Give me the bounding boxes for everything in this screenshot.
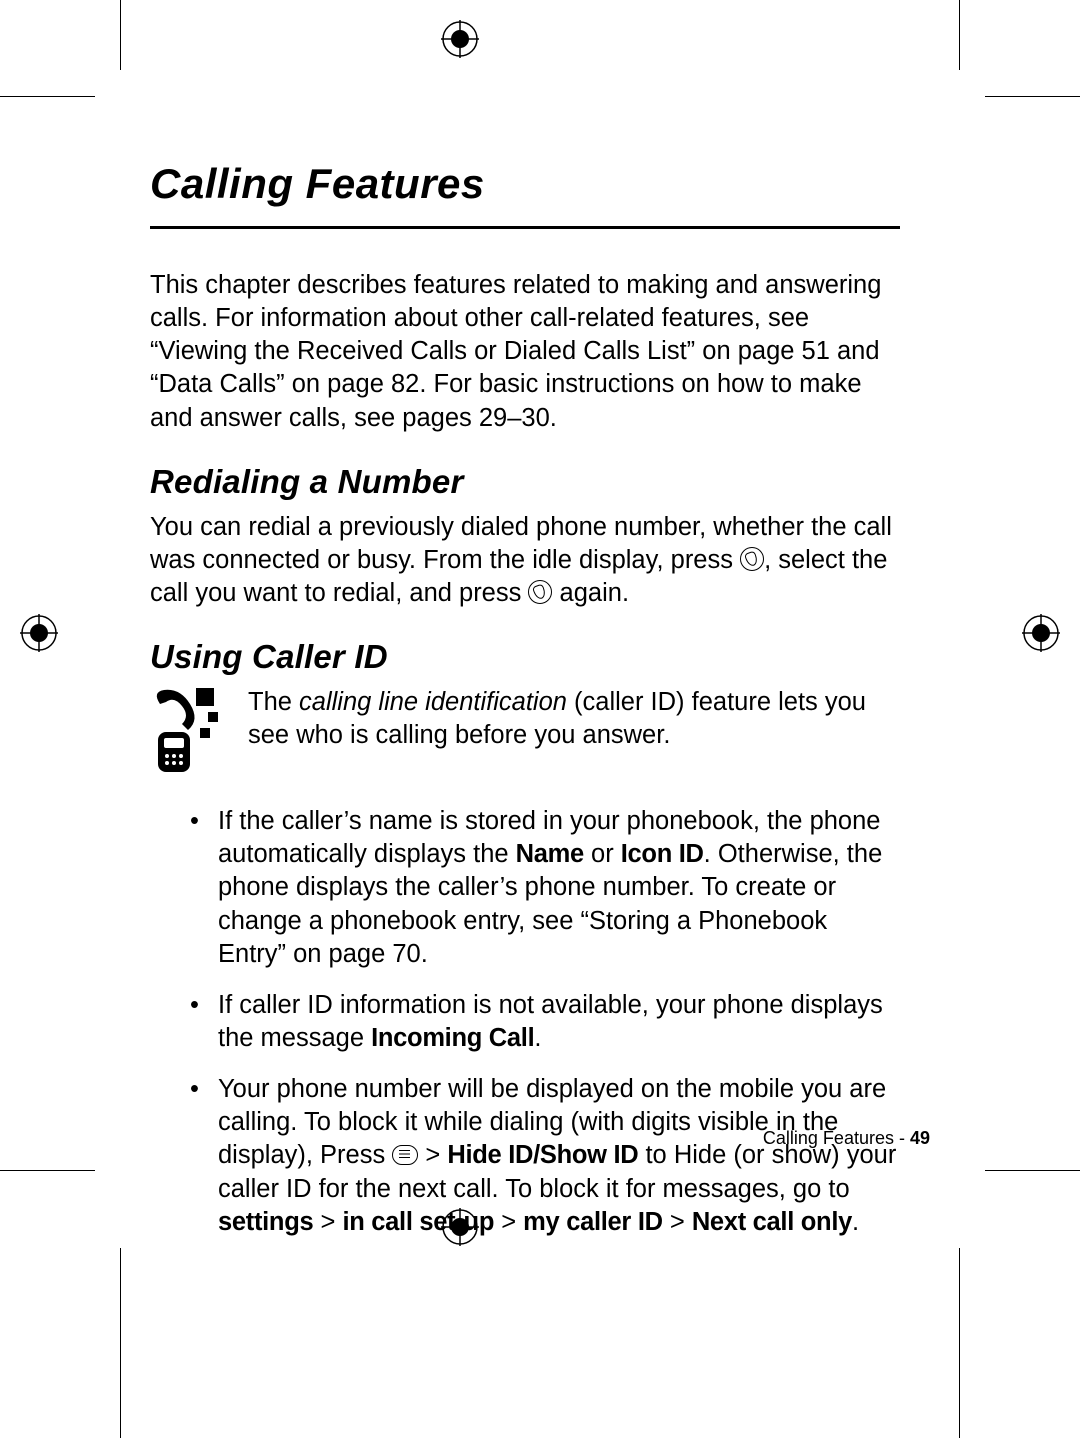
bullet-3: Your phone number will be displayed on t… bbox=[190, 1073, 900, 1239]
registration-mark-icon bbox=[1022, 614, 1060, 652]
b1-or: or bbox=[584, 840, 621, 868]
b1-iconid: Icon ID bbox=[621, 840, 704, 868]
b2-incoming: Incoming Call bbox=[371, 1024, 534, 1052]
b3-incall: in call set-up bbox=[342, 1208, 494, 1236]
phone-feature-icon bbox=[150, 686, 230, 781]
section-title-redial: Redialing a Number bbox=[150, 463, 900, 501]
callerid-bullet-list: If the caller’s name is stored in your p… bbox=[190, 805, 900, 1239]
b3-gt4: > bbox=[663, 1208, 692, 1236]
section-title-callerid: Using Caller ID bbox=[150, 638, 900, 676]
page-number: 49 bbox=[910, 1128, 930, 1148]
b2-b: . bbox=[534, 1024, 541, 1052]
b3-nextonly: Next call only bbox=[692, 1208, 852, 1236]
b3-gt2: > bbox=[313, 1208, 342, 1236]
bullet-1: If the caller’s name is stored in your p… bbox=[190, 805, 900, 971]
b1-name: Name bbox=[516, 840, 584, 868]
intro-paragraph: This chapter describes features related … bbox=[150, 269, 900, 435]
call-key-icon bbox=[740, 547, 764, 571]
registration-mark-icon bbox=[20, 614, 58, 652]
page-footer: Calling Features - 49 bbox=[763, 1128, 930, 1149]
title-rule bbox=[150, 226, 900, 229]
bullet-2: If caller ID information is not availabl… bbox=[190, 989, 900, 1055]
redial-text-c: again. bbox=[552, 579, 629, 607]
registration-mark-icon bbox=[441, 20, 479, 58]
lead-em: calling line identification bbox=[299, 688, 567, 716]
lead-a: The bbox=[248, 688, 299, 716]
callerid-lead: The calling line identification (caller … bbox=[248, 686, 900, 752]
b3-c: . bbox=[852, 1208, 859, 1236]
b3-settings: settings bbox=[218, 1208, 313, 1236]
footer-label: Calling Features - bbox=[763, 1128, 910, 1148]
chapter-title: Calling Features bbox=[150, 160, 900, 208]
menu-key-icon bbox=[392, 1145, 418, 1165]
b3-hideshow: Hide ID/Show ID bbox=[447, 1141, 638, 1169]
call-key-icon bbox=[528, 580, 552, 604]
b3-gt1: > bbox=[418, 1141, 447, 1169]
b2-a: If caller ID information is not availabl… bbox=[218, 991, 883, 1052]
b3-gt3: > bbox=[494, 1208, 523, 1236]
b3-mycid: my caller ID bbox=[523, 1208, 663, 1236]
redial-paragraph: You can redial a previously dialed phone… bbox=[150, 511, 900, 610]
